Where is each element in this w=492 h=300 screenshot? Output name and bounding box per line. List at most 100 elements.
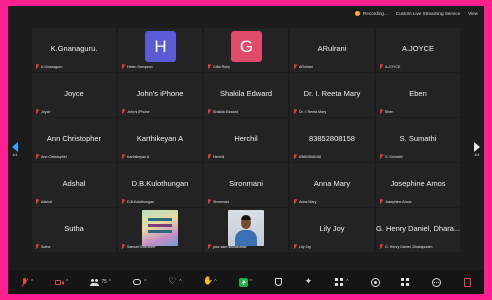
participant-label: A.JOYCE [379, 64, 400, 69]
participant-tile[interactable]: Joyce Joyce [32, 73, 116, 117]
participant-tile[interactable]: Shakila Edward Shakila Edward [204, 73, 288, 117]
view-button[interactable]: View [468, 11, 478, 16]
top-status-bar: Recording... Custom Live Streaming Servi… [8, 6, 484, 20]
participant-label: Eben [379, 109, 393, 114]
participant-tile[interactable]: Sironmani Sironmani [204, 163, 288, 207]
participant-name: Eben [409, 89, 427, 98]
participant-tile[interactable]: Dr. I. Reeta Mary Dr. I. Reeta Mary [290, 73, 374, 117]
participant-tile[interactable]: S. Sumathi S. Sumathi [376, 118, 460, 162]
participant-label: G. Henry Daniel, Dharapuram [379, 244, 433, 249]
participant-label-text: Ann Christopher [41, 154, 67, 159]
record-button[interactable] [370, 277, 380, 287]
participant-label: Adshal [35, 199, 52, 204]
participant-label: Sutha [35, 244, 50, 249]
participant-name: 83852808158 [309, 134, 355, 143]
mic-muted-icon [379, 244, 383, 249]
participant-label: Shakila Edward [207, 109, 238, 114]
participant-tile[interactable]: Sutha Sutha [32, 208, 116, 252]
participant-label-text: Sironmani [213, 199, 230, 204]
live-streaming-indicator[interactable]: Custom Live Streaming Service [396, 11, 460, 16]
participant-label-text: Gifta Ruby [213, 64, 230, 69]
participant-label: Karthikeyan A [121, 154, 149, 159]
prev-page-button[interactable]: 4/4 [10, 137, 20, 161]
next-page-button[interactable]: 4/4 [472, 137, 482, 161]
mic-muted-icon [379, 64, 383, 69]
mic-muted-icon [207, 154, 211, 159]
more-button[interactable] [432, 277, 442, 287]
chevron-up-icon[interactable]: ^ [144, 279, 146, 285]
participant-tile[interactable]: G. Henry Daniel, Dhara... G. Henry Daniel… [376, 208, 460, 252]
participant-tile[interactable]: Karthikeyan A Karthikeyan A [118, 118, 202, 162]
chevron-up-icon[interactable]: ^ [250, 279, 252, 285]
participant-tile[interactable]: ARulrani ARulrani [290, 28, 374, 72]
end-button[interactable] [463, 277, 472, 287]
meeting-window: Recording... Custom Live Streaming Servi… [8, 6, 484, 294]
mic-muted-icon [35, 154, 39, 159]
chevron-up-icon[interactable]: ^ [109, 279, 111, 285]
mic-muted-icon [20, 277, 29, 287]
start-video-button[interactable]: ^ [55, 278, 69, 287]
participants-button[interactable]: 75 ^ [90, 278, 111, 287]
participant-label-text: Herchil [213, 154, 225, 159]
participant-tile[interactable]: D.B.Kulothungan D.B.Kulothungan [118, 163, 202, 207]
raise-hand-button[interactable]: ^ [203, 276, 216, 287]
participant-tile[interactable]: Ann Christopher Ann Christopher [32, 118, 116, 162]
video-off-icon [55, 278, 65, 287]
chevron-up-icon[interactable]: ^ [179, 279, 181, 285]
participant-label-text: Samuel Ebenezer [127, 244, 156, 249]
participant-tile[interactable]: Eben Eben [376, 73, 460, 117]
participant-tile[interactable]: Lily Joy Lily Joy [290, 208, 374, 252]
participant-tile[interactable]: Anna Mary Anna Mary [290, 163, 374, 207]
mic-muted-icon [121, 244, 125, 249]
reactions-button[interactable]: ^ [168, 276, 181, 287]
participant-label-text: Anna Mary [299, 199, 317, 204]
participant-name: Herchil [234, 134, 258, 143]
participant-name: D.B.Kulothungan [131, 179, 189, 188]
avatar: G [231, 31, 262, 62]
participant-tile[interactable]: jose sam selvakumar [204, 208, 288, 252]
participant-label: Josephine Amos [379, 199, 411, 204]
unmute-button[interactable]: ^ [20, 277, 33, 287]
chevron-up-icon[interactable]: ^ [214, 279, 216, 285]
participant-tile[interactable]: Herchil Herchil [204, 118, 288, 162]
participant-label-text: A.JOYCE [385, 64, 401, 69]
participant-label: D.B.Kulothungan [121, 199, 154, 204]
participant-label: Dr. I. Reeta Mary [293, 109, 326, 114]
chevron-up-icon[interactable]: ^ [66, 279, 68, 285]
mic-muted-icon [121, 154, 125, 159]
chevron-up-icon[interactable]: ^ [31, 279, 33, 285]
profile-photo-book [142, 210, 178, 246]
participant-label-text: Shakila Edward [213, 109, 238, 114]
participant-tile[interactable]: A.JOYCE A.JOYCE [376, 28, 460, 72]
participant-tile[interactable]: Adshal Adshal [32, 163, 116, 207]
participant-label-text: Joyce [41, 109, 51, 114]
recording-indicator[interactable]: Recording... [355, 10, 388, 16]
participant-label: Samuel Ebenezer [121, 244, 156, 249]
apps-grid-button[interactable] [401, 277, 410, 287]
streaming-label: Custom Live Streaming Service [395, 10, 461, 16]
participant-label-text: S. Sumathi [385, 154, 403, 159]
raise-hand-icon [203, 276, 213, 287]
participant-tile[interactable]: G Gifta Ruby [204, 28, 288, 72]
mic-muted-icon [379, 199, 383, 204]
apps-button[interactable]: ^ [335, 277, 349, 287]
participant-name: S. Sumathi [399, 134, 437, 143]
chat-button[interactable]: ^ [133, 278, 146, 287]
participant-name: Sutha [64, 224, 84, 233]
participant-tile[interactable]: K.Gnanaguru. K.Gnanaguru [32, 28, 116, 72]
share-screen-icon [238, 277, 248, 287]
participant-label-text: D.B.Kulothungan [127, 199, 155, 204]
participant-label: ARulrani [293, 64, 313, 69]
security-button[interactable] [274, 277, 283, 287]
participant-label-text: Sutha [41, 244, 51, 249]
participant-tile[interactable]: 83852808158 83852808158 [290, 118, 374, 162]
share-screen-button[interactable]: ^ [238, 277, 252, 287]
ai-companion-button[interactable] [305, 276, 314, 287]
participant-tile[interactable]: H Helen Sampson [118, 28, 202, 72]
participant-tile[interactable]: Samuel Ebenezer [118, 208, 202, 252]
participant-name: K.Gnanaguru. [50, 44, 98, 53]
participant-label: jose sam selvakumar [207, 244, 247, 249]
participant-tile[interactable]: John's iPhone John's iPhone [118, 73, 202, 117]
participant-tile[interactable]: Josephine Amos Josephine Amos [376, 163, 460, 207]
chevron-up-icon[interactable]: ^ [346, 279, 348, 285]
